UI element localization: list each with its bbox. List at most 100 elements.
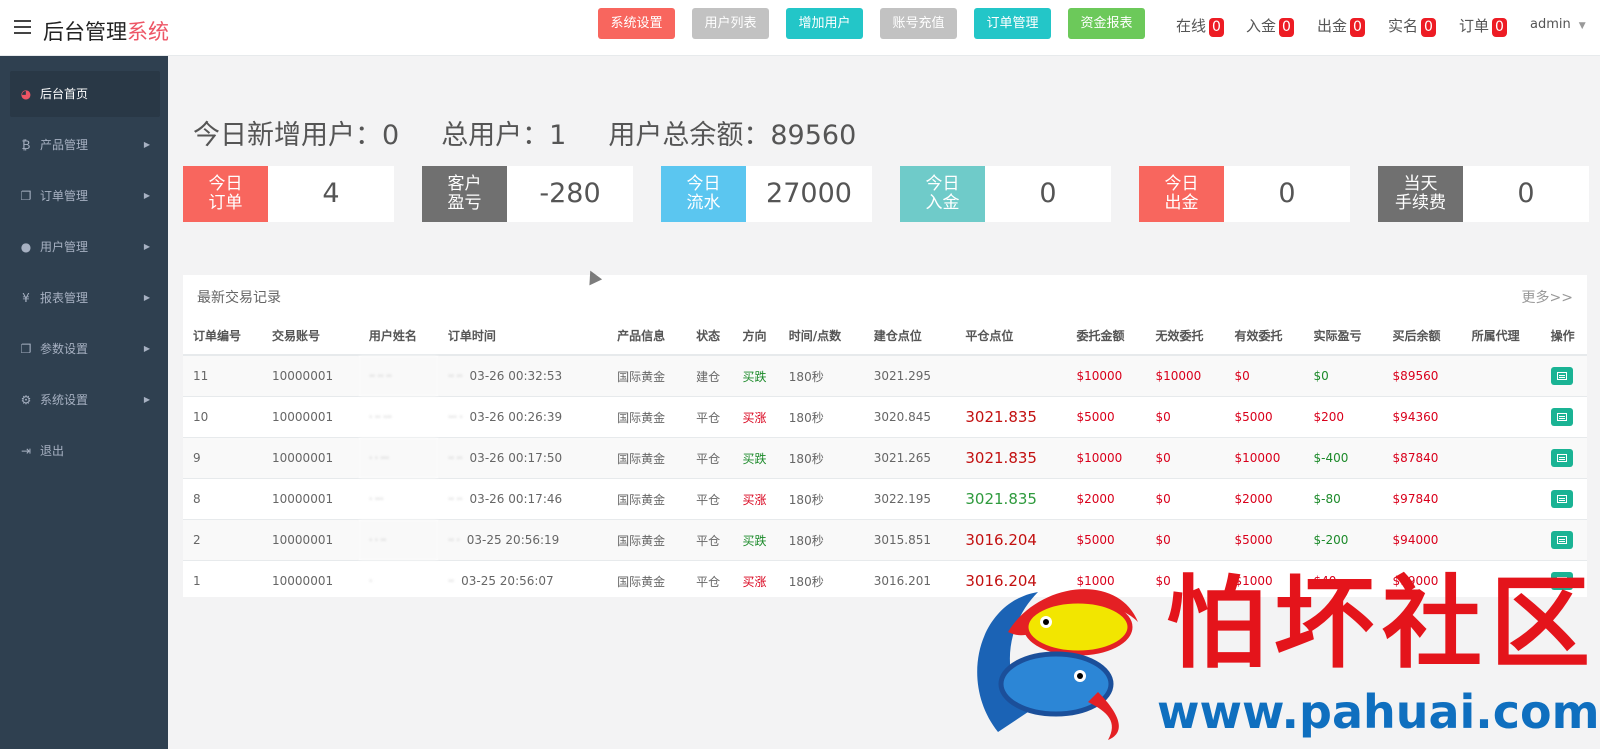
chevron-right-icon: ▶ <box>143 395 150 404</box>
account-cell: 10000001 <box>262 354 359 397</box>
sidebar-item-reports[interactable]: ¥ 报表管理 ▶ <box>10 275 160 321</box>
sidebar-item-label: 后台首页 <box>40 87 89 101</box>
withdraw-count[interactable]: 出金 0 <box>1317 15 1365 37</box>
column-header: 状态 <box>686 316 733 356</box>
add-user-button[interactable]: 增加用户 <box>786 8 863 39</box>
order-count[interactable]: 订单 0 <box>1459 15 1507 37</box>
product-cell: 国际黄金 <box>607 519 687 561</box>
entrust-amount-cell: $5000 <box>1066 396 1146 438</box>
entrust-amount-cell: $10000 <box>1066 437 1146 479</box>
product-cell: 国际黄金 <box>607 354 687 397</box>
direction-cell: 买跌 <box>732 519 779 561</box>
view-detail-button[interactable] <box>1550 490 1573 508</box>
sidebar: ◕ 后台首页 ₿ 产品管理 ▶ ❐ 订单管理 ▶ ● 用户管理 ▶ ¥ 报表管理… <box>0 56 168 749</box>
pnl-cell: $-200 <box>1303 519 1383 561</box>
valid-entrust-cell: $5000 <box>1224 519 1304 561</box>
user-name-cell: · ·· ··· <box>358 396 438 438</box>
valid-entrust-cell: $5000 <box>1224 396 1304 438</box>
table-row: 9 10000001 · · ··· ·· ·· 03-26 00:17:50 国际黄金… <box>183 437 1587 479</box>
order-id-cell: 2 <box>183 519 263 561</box>
sidebar-item-logout[interactable]: ⇥ 退出 <box>10 428 160 474</box>
entrust-amount-cell: $2000 <box>1066 478 1146 520</box>
period-cell: 180秒 <box>778 560 864 601</box>
status-cell: 平仓 <box>686 437 733 479</box>
card-value: 0 <box>1517 178 1535 209</box>
balance-cell: $94000 <box>1382 519 1462 561</box>
chevron-right-icon: ▶ <box>143 242 150 251</box>
order-manage-button[interactable]: 订单管理 <box>974 8 1051 39</box>
sidebar-item-products[interactable]: ₿ 产品管理 ▶ <box>10 122 160 168</box>
user-icon: ● <box>20 240 32 254</box>
account-cell: 10000001 <box>262 396 359 438</box>
card-label: 今日 入金 <box>900 166 985 222</box>
invalid-entrust-cell: $0 <box>1145 437 1225 479</box>
order-id-cell: 11 <box>183 354 263 397</box>
order-time-cell: ·· ·· 03-26 00:17:50 <box>437 437 608 479</box>
invalid-entrust-cell: $0 <box>1145 478 1225 520</box>
account-cell: 10000001 <box>262 560 359 601</box>
top-navbar: 后台管理系统 系统设置 用户列表 增加用户 账号充值 订单管理 资金报表 在线 0… <box>0 0 1600 56</box>
account-cell: 10000001 <box>262 437 359 479</box>
deposit-badge: 0 <box>1279 18 1294 37</box>
view-detail-button[interactable] <box>1550 449 1573 467</box>
status-cell: 平仓 <box>686 478 733 520</box>
fish-logo-icon <box>977 589 1138 740</box>
copy-icon: ❐ <box>20 342 32 356</box>
sidebar-item-users[interactable]: ● 用户管理 ▶ <box>10 224 160 270</box>
status-cell: 平仓 <box>686 519 733 561</box>
card-value: 0 <box>1039 178 1057 209</box>
user-name-cell: · · ·· <box>358 519 438 561</box>
view-detail-button[interactable] <box>1550 367 1573 385</box>
user-menu[interactable]: admin ▼ <box>1530 17 1586 32</box>
time-prefix: ·· ·· <box>447 369 463 383</box>
sidebar-item-label: 订单管理 <box>40 189 89 203</box>
action-cell <box>1540 519 1587 561</box>
sidebar-item-label: 产品管理 <box>40 138 89 152</box>
summary-line: 今日新增用户：0 总用户：1 用户总余额：89560 <box>193 113 898 152</box>
fund-report-button[interactable]: 资金报表 <box>1068 8 1145 39</box>
realname-badge: 0 <box>1421 18 1436 37</box>
open-price-cell: 3021.265 <box>863 437 956 479</box>
list-icon <box>1556 454 1567 462</box>
more-link[interactable]: 更多>> <box>1522 287 1573 307</box>
close-price-cell: 3021.835 <box>955 478 1067 520</box>
realname-count[interactable]: 实名 0 <box>1388 15 1436 37</box>
online-count[interactable]: 在线 0 <box>1176 15 1224 37</box>
account-recharge-button[interactable]: 账号充值 <box>880 8 957 39</box>
copy-icon: ❐ <box>20 189 32 203</box>
direction-cell: 买跌 <box>732 437 779 479</box>
table-row: 8 10000001 · ··· ·· ·· 03-26 00:17:46 国际黄金 平仓… <box>183 478 1587 520</box>
column-header: 用户姓名 <box>358 316 438 356</box>
agent-cell <box>1461 519 1541 561</box>
pnl-cell: $-80 <box>1303 478 1383 520</box>
column-header: 实际盈亏 <box>1303 316 1383 356</box>
open-price-cell: 3021.295 <box>863 354 956 397</box>
deposit-count[interactable]: 入金 0 <box>1246 15 1294 37</box>
agent-cell <box>1461 354 1541 397</box>
total-users: 总用户：1 <box>441 120 567 151</box>
yen-icon: ¥ <box>22 291 30 305</box>
list-icon <box>1556 495 1567 503</box>
list-icon <box>1556 413 1567 421</box>
sidebar-item-label: 报表管理 <box>40 291 89 305</box>
system-settings-button[interactable]: 系统设置 <box>598 8 675 39</box>
sidebar-item-params[interactable]: ❐ 参数设置 ▶ <box>10 326 160 372</box>
sidebar-item-system[interactable]: ⚙ 系统设置 ▶ <box>10 377 160 423</box>
balance-cell: $97840 <box>1382 478 1462 520</box>
user-list-button[interactable]: 用户列表 <box>692 8 769 39</box>
invalid-entrust-cell: $10000 <box>1145 354 1225 397</box>
action-cell <box>1540 396 1587 438</box>
close-price-cell: 3021.835 <box>955 437 1067 479</box>
card-value: 0 <box>1278 178 1296 209</box>
menu-toggle-icon[interactable] <box>14 20 31 34</box>
view-detail-button[interactable] <box>1550 408 1573 426</box>
card-value: 4 <box>322 178 340 209</box>
valid-entrust-cell: $2000 <box>1224 478 1304 520</box>
table-row: 10 10000001 · ·· ··· ··· · 03-26 00:26:39 国际… <box>183 396 1587 438</box>
view-detail-button[interactable] <box>1550 531 1573 549</box>
sidebar-item-orders[interactable]: ❐ 订单管理 ▶ <box>10 173 160 219</box>
sidebar-item-home[interactable]: ◕ 后台首页 <box>10 71 160 117</box>
product-cell: 国际黄金 <box>607 560 687 601</box>
order-id-cell: 10 <box>183 396 263 438</box>
invalid-entrust-cell: $0 <box>1145 519 1225 561</box>
